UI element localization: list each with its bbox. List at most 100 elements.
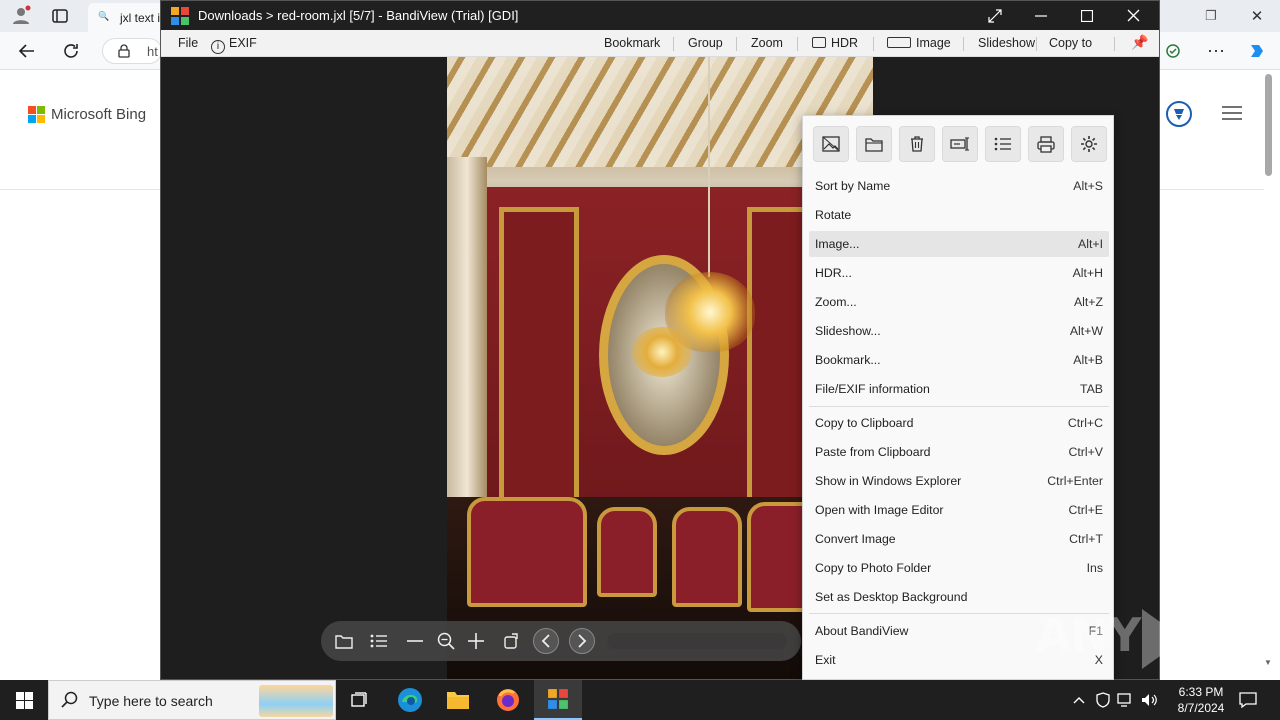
tab-actions-icon[interactable] bbox=[49, 5, 71, 27]
menu-item-hdr[interactable]: HDR... Alt+H bbox=[809, 260, 1109, 286]
extensions-icon[interactable] bbox=[1162, 40, 1184, 62]
menu-group[interactable]: Group bbox=[688, 36, 723, 50]
delete-icon[interactable] bbox=[899, 126, 935, 162]
menu-separator bbox=[963, 37, 964, 51]
menu-item-bookmark[interactable]: Bookmark... Alt+B bbox=[809, 347, 1109, 373]
menu-item-rotate[interactable]: Rotate bbox=[809, 202, 1109, 228]
menu-item-sort-by-name[interactable]: Sort by Name Alt+S bbox=[809, 173, 1109, 199]
menu-item-zoom[interactable]: Zoom... Alt+Z bbox=[809, 289, 1109, 315]
volume-icon[interactable] bbox=[1141, 691, 1159, 709]
start-button[interactable] bbox=[0, 680, 48, 720]
search-icon bbox=[61, 691, 79, 709]
more-icon[interactable]: ⋯ bbox=[1205, 40, 1227, 62]
menu-item-label: Bookmark... bbox=[815, 353, 881, 367]
fullscreen-icon[interactable] bbox=[972, 1, 1018, 30]
folder-icon[interactable] bbox=[856, 126, 892, 162]
print-icon[interactable] bbox=[1028, 126, 1064, 162]
refresh-icon[interactable] bbox=[60, 40, 82, 62]
watermark-play-icon bbox=[1142, 608, 1185, 669]
firefox-icon[interactable] bbox=[484, 680, 532, 720]
zoom-fit-icon[interactable] bbox=[433, 628, 459, 654]
close-icon[interactable] bbox=[1110, 1, 1156, 30]
close-icon[interactable]: ✕ bbox=[1246, 5, 1268, 27]
settings-icon[interactable] bbox=[1071, 126, 1107, 162]
bandiview-taskbar-icon[interactable] bbox=[534, 680, 582, 720]
maximize-icon[interactable] bbox=[1064, 1, 1110, 30]
image-icon[interactable] bbox=[813, 126, 849, 162]
network-icon[interactable] bbox=[1117, 691, 1135, 709]
rewards-icon[interactable] bbox=[1164, 99, 1194, 129]
menu-item-file-exif-information[interactable]: File/EXIF information TAB bbox=[809, 376, 1109, 402]
scrollbar-thumb[interactable] bbox=[1265, 74, 1272, 176]
address-bar[interactable]: ht bbox=[102, 38, 162, 64]
menu-file[interactable]: File bbox=[178, 36, 198, 50]
menu-item-copy-to-clipboard[interactable]: Copy to Clipboard Ctrl+C bbox=[809, 410, 1109, 436]
search-highlight-image bbox=[259, 685, 333, 717]
list-icon[interactable] bbox=[985, 126, 1021, 162]
list-icon[interactable] bbox=[366, 628, 392, 654]
file-explorer-icon[interactable] bbox=[434, 680, 482, 720]
profile-icon[interactable] bbox=[10, 4, 32, 26]
copilot-icon[interactable] bbox=[1246, 40, 1268, 62]
window-title: Downloads > red-room.jxl [5/7] - BandiVi… bbox=[198, 8, 519, 23]
menu-item-show-in-windows-explorer[interactable]: Show in Windows Explorer Ctrl+Enter bbox=[809, 468, 1109, 494]
menu-item-copy-to-photo-folder[interactable]: Copy to Photo Folder Ins bbox=[809, 555, 1109, 581]
menu-item-label: Set as Desktop Background bbox=[815, 590, 968, 604]
zoom-out-icon[interactable] bbox=[402, 628, 428, 654]
restore-icon[interactable]: ❐ bbox=[1200, 5, 1222, 27]
menu-item-shortcut: Alt+B bbox=[1073, 353, 1103, 367]
bing-logo[interactable]: Microsoft Bing bbox=[28, 106, 146, 123]
menu-item-convert-image[interactable]: Convert Image Ctrl+T bbox=[809, 526, 1109, 552]
menu-zoom[interactable]: Zoom bbox=[751, 36, 783, 50]
hamburger-menu-icon[interactable] bbox=[1220, 101, 1244, 125]
notifications-icon[interactable] bbox=[1238, 691, 1258, 709]
info-icon: i bbox=[211, 40, 225, 54]
menu-exif[interactable]: i EXIF bbox=[211, 36, 257, 54]
task-view-icon[interactable] bbox=[336, 680, 384, 720]
browser-tab[interactable]: 🔍 jxl text i bbox=[88, 3, 168, 32]
menu-item-open-with-image-editor[interactable]: Open with Image Editor Ctrl+E bbox=[809, 497, 1109, 523]
clock-time: 6:33 PM bbox=[1178, 685, 1224, 699]
menu-copy-to[interactable]: Copy to bbox=[1049, 36, 1092, 50]
zoom-in-icon[interactable] bbox=[463, 628, 489, 654]
menu-bookmark[interactable]: Bookmark bbox=[604, 36, 660, 50]
photo-chandelier bbox=[632, 327, 692, 377]
previous-icon[interactable] bbox=[533, 628, 559, 654]
windows-logo-icon bbox=[15, 691, 33, 709]
address-text: ht bbox=[147, 44, 158, 59]
back-icon[interactable] bbox=[16, 40, 38, 62]
divider bbox=[0, 189, 160, 190]
system-clock[interactable]: 6:33 PM 8/7/2024 bbox=[1170, 684, 1232, 716]
taskbar-search-box[interactable]: Type here to search bbox=[48, 680, 336, 720]
security-icon[interactable] bbox=[1094, 691, 1112, 709]
menu-item-label: Sort by Name bbox=[815, 179, 891, 193]
open-folder-icon[interactable] bbox=[331, 628, 357, 654]
menu-item-set-as-desktop-background[interactable]: Set as Desktop Background bbox=[809, 584, 1109, 610]
menu-item-paste-from-clipboard[interactable]: Paste from Clipboard Ctrl+V bbox=[809, 439, 1109, 465]
edge-icon[interactable] bbox=[386, 680, 434, 720]
image-progress-bar[interactable] bbox=[607, 633, 787, 649]
next-icon[interactable] bbox=[569, 628, 595, 654]
tray-overflow-icon[interactable] bbox=[1070, 691, 1088, 709]
menu-separator bbox=[673, 37, 674, 51]
menu-item-slideshow[interactable]: Slideshow... Alt+W bbox=[809, 318, 1109, 344]
viewer-toolbar bbox=[321, 621, 801, 661]
watermark-right: RUN bbox=[1186, 608, 1280, 662]
menu-image[interactable]: Image bbox=[887, 36, 951, 50]
photo-chain bbox=[708, 57, 710, 277]
menu-hdr[interactable]: HDR bbox=[812, 36, 858, 50]
menu-item-image[interactable]: Image... Alt+I bbox=[809, 231, 1109, 257]
pin-icon[interactable]: 📌 bbox=[1131, 34, 1148, 51]
menu-separator bbox=[1036, 37, 1037, 51]
rename-icon[interactable] bbox=[942, 126, 978, 162]
rotate-icon[interactable] bbox=[499, 628, 525, 654]
title-bar[interactable]: Downloads > red-room.jxl [5/7] - BandiVi… bbox=[161, 1, 1159, 30]
menu-separator bbox=[809, 406, 1109, 407]
menu-item-label: Open with Image Editor bbox=[815, 503, 944, 517]
menu-item-label: Copy to Clipboard bbox=[815, 416, 914, 430]
menu-item-label: Convert Image bbox=[815, 532, 896, 546]
menu-slideshow[interactable]: Slideshow bbox=[978, 36, 1035, 50]
menu-item-shortcut: Ctrl+E bbox=[1068, 503, 1103, 517]
menu-image-label: Image bbox=[916, 36, 951, 50]
minimize-icon[interactable] bbox=[1018, 1, 1064, 30]
